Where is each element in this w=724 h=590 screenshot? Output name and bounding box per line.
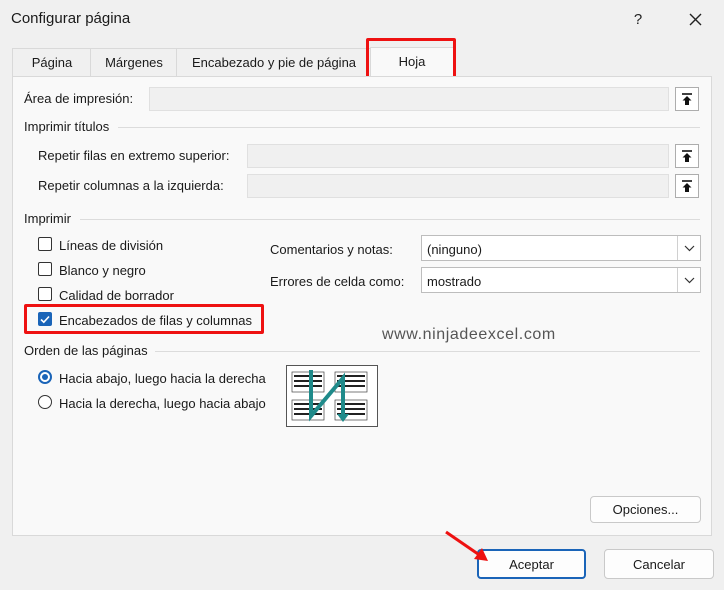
comments-label: Comentarios y notas: [270,242,393,257]
over-then-down-label[interactable]: Hacia la derecha, luego hacia abajo [59,396,266,411]
draft-quality-label[interactable]: Calidad de borrador [59,288,174,303]
tab-margenes[interactable]: Márgenes [90,48,178,76]
comments-select[interactable]: (ninguno) [421,235,701,261]
print-group-label: Imprimir [24,211,71,226]
annotation-arrow-icon [445,530,488,561]
repeat-rows-collapse-button[interactable] [675,144,699,168]
upload-arrow-icon [682,179,692,192]
chevron-down-icon [677,268,700,292]
gridlines-checkbox[interactable] [38,237,52,251]
options-button[interactable]: Opciones... [590,496,701,523]
page-order-separator [155,351,700,352]
repeat-rows-input[interactable] [247,144,669,168]
close-icon [689,13,701,25]
repeat-rows-label: Repetir filas en extremo superior: [38,148,230,163]
page-order-preview [286,365,378,427]
errors-select[interactable]: mostrado [421,267,701,293]
over-then-down-radio[interactable] [38,395,52,409]
watermark-text: www.ninjadeexcel.com [382,326,556,343]
print-area-collapse-button[interactable] [675,87,699,111]
tab-pagina[interactable]: Página [12,48,92,76]
repeat-cols-input[interactable] [247,174,669,198]
down-then-over-label[interactable]: Hacia abajo, luego hacia la derecha [59,371,266,386]
upload-arrow-icon [682,149,692,162]
print-titles-separator [118,127,700,128]
black-white-label[interactable]: Blanco y negro [59,263,146,278]
print-separator [80,219,700,220]
print-titles-group-label: Imprimir títulos [24,119,110,134]
repeat-cols-collapse-button[interactable] [675,174,699,198]
repeat-cols-label: Repetir columnas a la izquierda: [38,178,224,193]
chevron-down-icon [677,236,700,260]
cancel-button[interactable]: Cancelar [604,549,714,579]
close-button[interactable] [681,6,709,32]
page-order-group-label: Orden de las páginas [24,343,148,358]
print-area-label: Área de impresión: [24,91,134,106]
headings-highlight-box [24,304,264,334]
upload-arrow-icon [682,92,692,105]
black-white-checkbox[interactable] [38,262,52,276]
errors-select-value: mostrado [427,274,482,289]
window-title: Configurar página [11,10,131,27]
page-order-diagram-icon [291,370,368,422]
comments-select-value: (ninguno) [427,242,482,257]
gridlines-label[interactable]: Líneas de división [59,238,163,253]
help-button[interactable]: ? [624,6,652,32]
draft-quality-checkbox[interactable] [38,287,52,301]
errors-label: Errores de celda como: [270,274,405,289]
print-area-input[interactable] [149,87,669,111]
tab-encabezado[interactable]: Encabezado y pie de página [176,48,372,76]
down-then-over-radio[interactable] [38,370,52,384]
